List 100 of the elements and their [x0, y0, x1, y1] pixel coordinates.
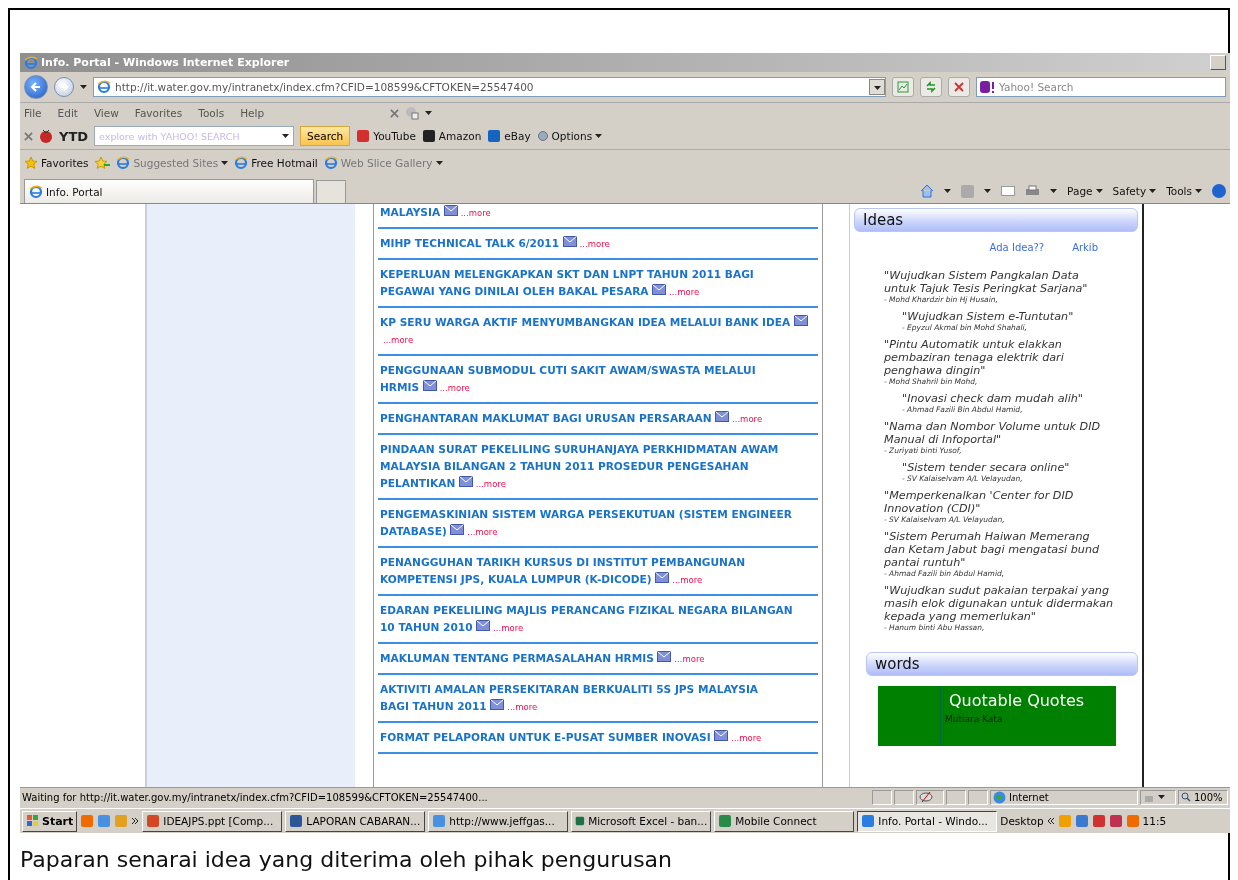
site-logo-icon: [356, 129, 371, 143]
news-link[interactable]: PENGHANTARAN MAKLUMAT BAGI URUSAN PERSARAAN: [380, 412, 712, 424]
app-icon: [575, 814, 586, 828]
news-link[interactable]: AKTIVITI AMALAN PERSEKITARAN BERKUALITI 5S JPS MALAYSIA: [380, 681, 816, 698]
favorites-link[interactable]: Free Hotmail: [251, 157, 318, 169]
taskbar-button[interactable]: http://www.jeffgas...: [428, 810, 569, 832]
caret-icon: [1195, 189, 1202, 193]
new-tab-button[interactable]: [316, 180, 346, 203]
desktop-toolbar[interactable]: Desktop: [1000, 815, 1044, 827]
news-link[interactable]: PINDAAN SURAT PEKELILING SURUHANJAYA PERKHIDMATAN AWAM: [380, 441, 816, 458]
news-link[interactable]: MALAYSIA BILANGAN 2 TAHUN 2011 PROSEDUR PENGESAHAN: [380, 458, 816, 475]
caret-icon: [595, 134, 603, 138]
menu-item[interactable]: Edit: [57, 107, 78, 119]
news-link[interactable]: KEPERLUAN MELENGKAPKAN SKT DAN LNPT TAHUN 2011 BAGI: [380, 266, 816, 283]
news-link[interactable]: KOMPETENSI JPS, KUALA LUMPUR (K-DICODE): [380, 573, 652, 585]
compatibility-button[interactable]: [892, 77, 914, 97]
start-button[interactable]: Start: [22, 810, 78, 832]
section-header: Ideas: [854, 208, 1138, 232]
more-link[interactable]: ...more: [439, 383, 470, 393]
news-link[interactable]: FORMAT PELAPORAN UNTUK E-PUSAT SUMBER INOVASI: [380, 731, 711, 743]
news-link[interactable]: 10 TAHUN 2010: [380, 621, 473, 633]
yahoo-logo-icon: [980, 81, 996, 93]
privacy-eye-icon: [919, 791, 933, 803]
caret-icon: [1095, 189, 1103, 193]
menu-item[interactable]: Favorites: [134, 107, 183, 119]
close-icon[interactable]: [390, 108, 400, 118]
idea-quote: "Sistem tender secara online": [902, 461, 1071, 474]
ideas-link[interactable]: Arkib: [1072, 242, 1098, 253]
app-icon: [146, 814, 161, 828]
favorites-link[interactable]: Web Slice Gallery: [340, 157, 433, 169]
news-link[interactable]: PEGAWAI YANG DINILAI OLEH BAKAL PESARA: [380, 285, 649, 297]
forward-button[interactable]: [54, 77, 74, 97]
more-link[interactable]: ...more: [674, 654, 705, 664]
address-field[interactable]: http://it.water.gov.my/intranetx/index.cfm?CFID=108599&CFTOKEN=25547400: [93, 77, 886, 97]
favorites-button[interactable]: Favorites: [41, 157, 89, 169]
more-link[interactable]: ...more: [507, 702, 538, 712]
command-menu[interactable]: Tools: [1166, 185, 1192, 197]
add-favorite-icon[interactable]: [94, 156, 111, 170]
more-link[interactable]: ...more: [579, 239, 610, 249]
page-icon: [116, 156, 131, 170]
more-link[interactable]: ...more: [467, 527, 498, 537]
command-menu[interactable]: Safety: [1112, 185, 1147, 197]
stop-button[interactable]: [948, 77, 970, 97]
close-icon[interactable]: [24, 131, 33, 141]
toolbar-link[interactable]: YouTube: [373, 130, 416, 142]
status-pane: [894, 789, 914, 805]
idea-quote: "Memperkenalkan 'Center for DID Innovation (CDI)": [884, 489, 1075, 515]
status-pane: [872, 789, 892, 805]
more-link[interactable]: ...more: [493, 623, 524, 633]
favorites-link[interactable]: Suggested Sites: [133, 157, 219, 169]
home-icon[interactable]: [920, 184, 935, 198]
dropdown-button[interactable]: [869, 79, 885, 95]
taskbar-button[interactable]: Microsoft Excel - ban...: [571, 810, 712, 832]
more-link[interactable]: ...more: [460, 208, 491, 218]
options-menu[interactable]: Options: [551, 130, 593, 142]
window-title: Info. Portal - Windows Internet Explorer: [41, 56, 291, 69]
news-link[interactable]: DATABASE): [380, 525, 447, 537]
command-menu[interactable]: Page: [1067, 185, 1093, 197]
news-link[interactable]: KP SERU WARGA AKTIF MENYUMBANGKAN IDEA MELALUI BANK IDEA: [380, 316, 791, 328]
more-link[interactable]: ...more: [669, 287, 700, 297]
news-link[interactable]: PENGGUNAAN SUBMODUL CUTI SAKIT AWAM/SWASTA MELALUI: [380, 362, 816, 379]
news-link[interactable]: EDARAN PEKELILING MAJLIS PERANCANG FIZIKAL NEGARA BILANGAN: [380, 602, 816, 619]
minimize-button[interactable]: [1210, 55, 1226, 70]
zoom-icon[interactable]: [1181, 792, 1191, 802]
chevron-icon[interactable]: [1046, 817, 1055, 825]
menu-item[interactable]: Tools: [198, 107, 225, 119]
taskbar-button[interactable]: LAPORAN CABARAN...: [285, 810, 426, 832]
news-link[interactable]: BAGI TAHUN 2011: [380, 700, 487, 712]
tray-icon: [1125, 814, 1140, 828]
quote-subtitle: Mutiara Kata: [944, 713, 1004, 724]
menu-item[interactable]: File: [24, 107, 42, 119]
browser-tab[interactable]: Info. Portal: [24, 179, 314, 203]
news-link[interactable]: PENANGGUHAN TARIKH KURSUS DI INSTITUT PEMBANGUNAN: [380, 554, 816, 571]
more-link[interactable]: ...more: [732, 414, 763, 424]
search-field[interactable]: Yahoo! Search: [976, 77, 1226, 97]
printer-icon[interactable]: [1025, 184, 1041, 198]
news-link[interactable]: PENGEMASKINIAN SISTEM WARGA PERSEKUTUAN (SISTEM ENGINEER: [380, 506, 816, 523]
more-link[interactable]: ...more: [731, 733, 762, 743]
url-text: http://it.water.gov.my/intranetx/index.cfm?CFID=108599&CFTOKEN=25547400: [115, 81, 535, 93]
chevron-icon[interactable]: [131, 817, 140, 825]
news-link[interactable]: PELANTIKAN: [380, 477, 456, 489]
menu-item[interactable]: Help: [240, 107, 265, 119]
toolbar-link[interactable]: eBay: [504, 130, 531, 142]
taskbar-button[interactable]: Info. Portal - Windo...: [857, 810, 998, 832]
ideas-link[interactable]: Ada Idea??: [989, 242, 1045, 253]
menu-item[interactable]: View: [93, 107, 119, 119]
more-link[interactable]: ...more: [672, 575, 703, 585]
refresh-button[interactable]: [920, 77, 942, 97]
news-link[interactable]: MALAYSIA: [380, 206, 441, 218]
taskbar-button[interactable]: Mobile Connect: [714, 810, 855, 832]
toolbar-link[interactable]: Amazon: [438, 130, 482, 142]
search-button[interactable]: Search: [300, 126, 351, 146]
back-button[interactable]: [24, 75, 48, 99]
more-link[interactable]: ...more: [475, 479, 506, 489]
news-link[interactable]: MAKLUMAN TENTANG PERMASALAHAN HRMIS: [380, 652, 654, 664]
news-link[interactable]: MIHP TECHNICAL TALK 6/2011: [380, 237, 560, 249]
more-link[interactable]: ...more: [383, 335, 414, 345]
news-link[interactable]: HRMIS: [380, 381, 420, 393]
taskbar-button[interactable]: IDEAJPS.ppt [Comp...: [142, 810, 283, 832]
caption-text: Paparan senarai idea yang diterima oleh pihak pengurusan: [20, 846, 674, 872]
